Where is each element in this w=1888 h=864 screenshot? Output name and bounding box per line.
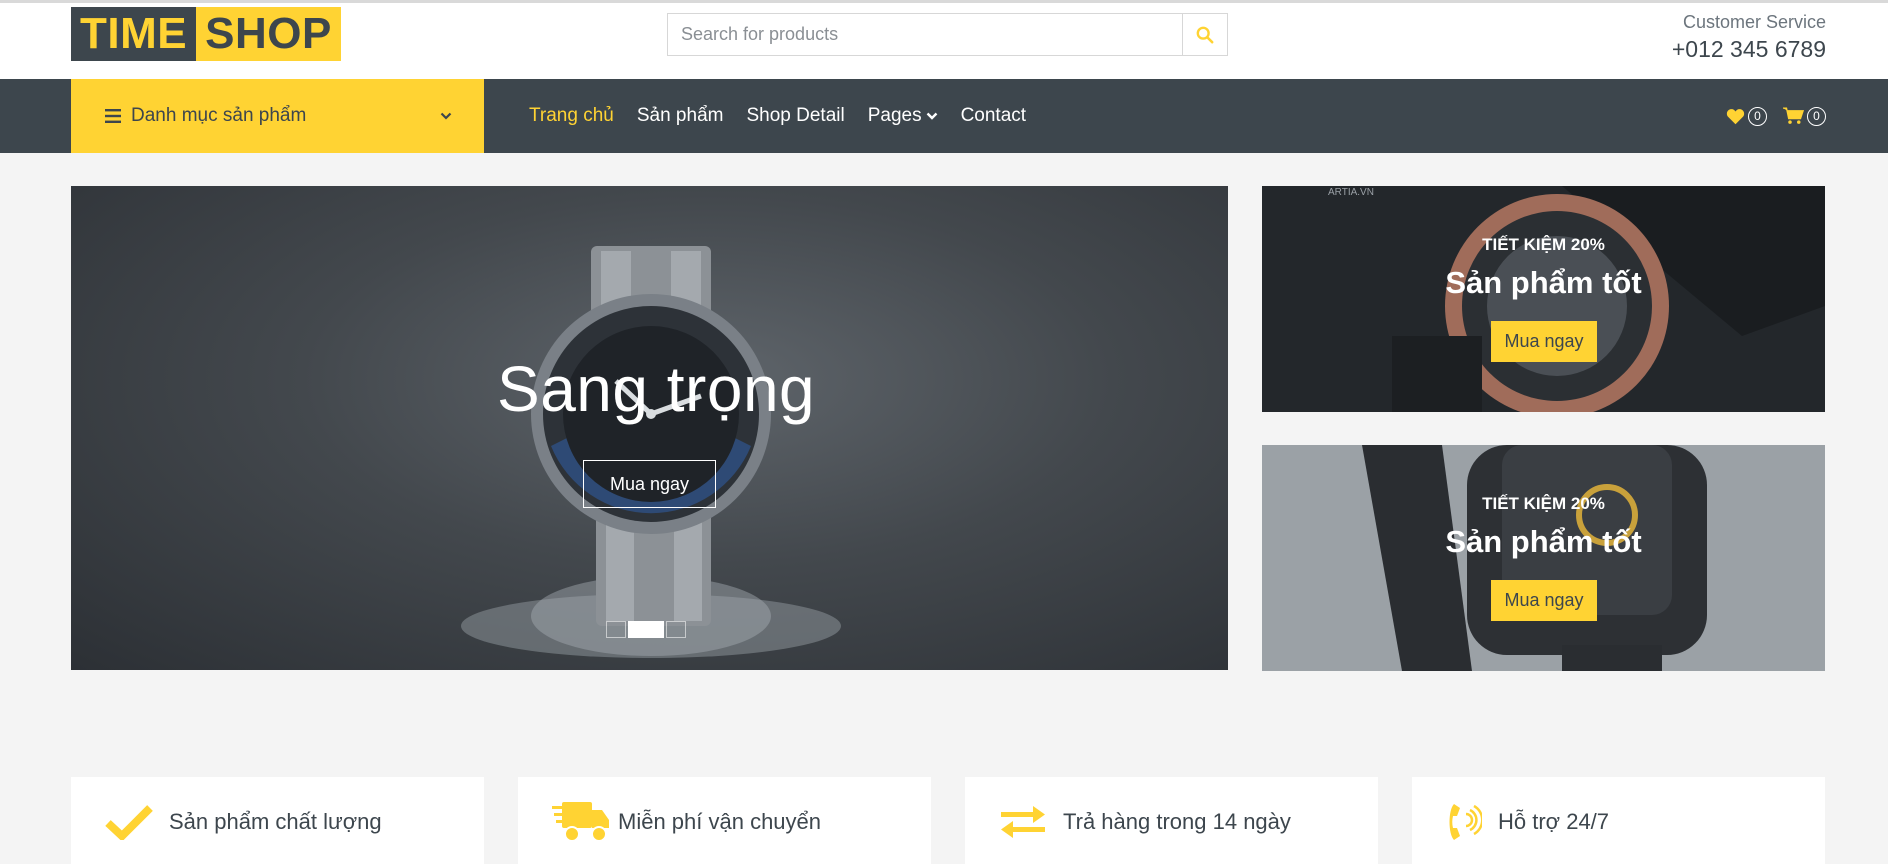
cart-icon — [1783, 107, 1804, 124]
logo[interactable]: TIME SHOP — [71, 7, 341, 61]
search-bar — [667, 13, 1228, 56]
feature-quality: Sản phẩm chất lượng — [71, 777, 484, 864]
nav-home[interactable]: Trang chủ — [529, 105, 614, 127]
hero-title: Sang trọng — [497, 353, 816, 425]
bars-icon — [105, 109, 121, 123]
carousel-dot-3[interactable] — [666, 621, 686, 638]
cart-button[interactable]: 0 — [1783, 106, 1826, 126]
hero-watch-image — [461, 246, 841, 658]
wishlist-count: 0 — [1748, 106, 1767, 126]
check-icon — [105, 805, 153, 840]
search-icon — [1196, 26, 1214, 43]
nav-contact[interactable]: Contact — [961, 105, 1026, 127]
category-dropdown[interactable]: Danh mục sản phẩm — [71, 79, 484, 153]
offer-button[interactable]: Mua ngay — [1491, 321, 1597, 362]
feature-label: Trả hàng trong 14 ngày — [1063, 809, 1291, 834]
customer-service-label: Customer Service — [1682, 12, 1826, 32]
phone-volume-icon — [1449, 804, 1482, 840]
customer-service: Customer Service +012 345 6789 — [1672, 10, 1826, 64]
chevron-down-icon — [440, 112, 452, 120]
feature-label: Miễn phí vận chuyển — [618, 809, 822, 834]
cart-count: 0 — [1807, 106, 1826, 126]
nav-icons: 0 0 — [1710, 79, 1826, 153]
header: TIME SHOP Customer Service +012 345 6789 — [0, 3, 1888, 79]
carousel-indicators — [606, 621, 688, 638]
carousel-dot-1[interactable] — [606, 621, 626, 638]
heart-icon — [1726, 108, 1745, 124]
offer-card-2[interactable]: TIẾT KIỆM 20% Sản phẩm tốt Mua ngay — [1262, 445, 1825, 671]
navbar: Danh mục sản phẩm Trang chủ Sản phẩm Sho… — [0, 79, 1888, 153]
logo-part1: TIME — [71, 7, 197, 61]
chevron-down-icon — [926, 112, 937, 120]
feature-support: Hỗ trợ 24/7 — [1412, 777, 1825, 864]
logo-part2: SHOP — [196, 7, 341, 61]
search-button[interactable] — [1182, 14, 1227, 55]
offer-button[interactable]: Mua ngay — [1491, 580, 1597, 621]
customer-service-phone: +012 345 6789 — [1671, 36, 1826, 62]
offer-title: Sản phẩm tốt — [1445, 265, 1642, 300]
feature-free-shipping: Miễn phí vận chuyển — [518, 777, 931, 864]
feature-returns: Trả hàng trong 14 ngày — [965, 777, 1378, 864]
wishlist-button[interactable]: 0 — [1726, 106, 1767, 126]
carousel-dot-2[interactable] — [628, 621, 664, 638]
hero-carousel[interactable]: Sang trọng Mua ngay — [71, 186, 1228, 670]
offer-subtitle: TIẾT KIỆM 20% — [1482, 235, 1605, 254]
main-nav: Trang chủ Sản phẩm Shop Detail Pages Con… — [529, 79, 1049, 153]
offer-title: Sản phẩm tốt — [1445, 524, 1642, 559]
offer-subtitle: TIẾT KIỆM 20% — [1482, 494, 1605, 513]
exchange-icon — [1001, 806, 1045, 838]
category-label: Danh mục sản phẩm — [131, 105, 307, 126]
hero-cta-button[interactable]: Mua ngay — [583, 460, 716, 508]
feature-label: Hỗ trợ 24/7 — [1498, 809, 1610, 834]
shipping-fast-icon — [552, 802, 609, 842]
watermark: ARTIA.VN — [1328, 187, 1374, 198]
offer-card-1[interactable]: ARTIA.VN TIẾT KIỆM 20% Sản phẩm tốt Mua … — [1262, 186, 1825, 412]
feature-label: Sản phẩm chất lượng — [169, 809, 382, 834]
nav-shop-detail[interactable]: Shop Detail — [746, 105, 844, 127]
nav-pages-label: Pages — [867, 105, 922, 126]
search-input[interactable] — [668, 14, 1182, 55]
nav-pages[interactable]: Pages — [868, 105, 938, 127]
nav-products[interactable]: Sản phẩm — [637, 105, 724, 127]
